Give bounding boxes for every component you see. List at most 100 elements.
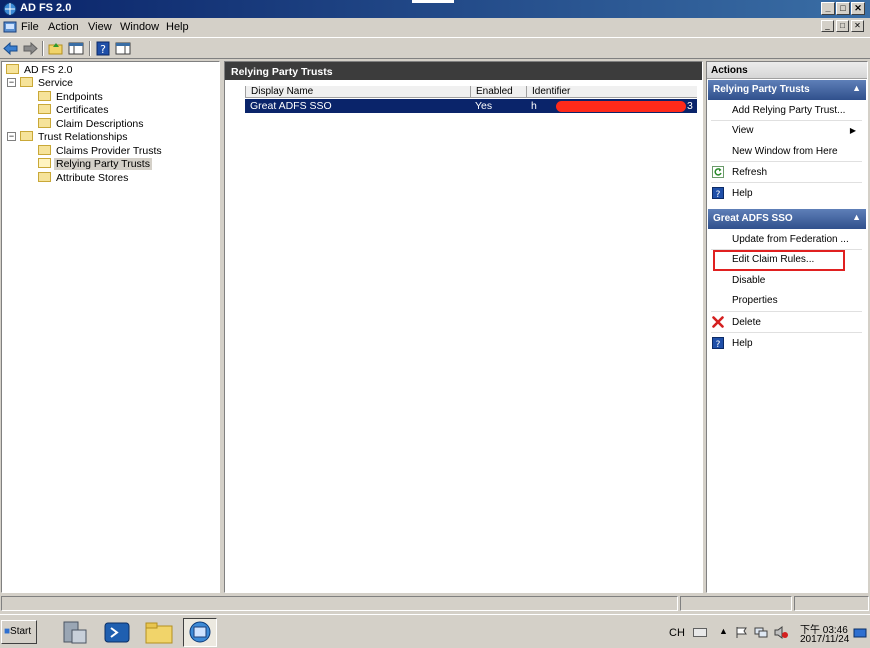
menu-help[interactable]: Help <box>166 21 189 33</box>
folder-icon <box>38 172 51 182</box>
divider <box>711 182 862 183</box>
redaction-mark <box>556 101 686 112</box>
results-pane: Relying Party Trusts Display Name Enable… <box>224 61 703 593</box>
minimize-button[interactable]: _ <box>821 2 835 15</box>
powershell-icon[interactable] <box>100 618 134 647</box>
toolbar-separator <box>42 41 44 56</box>
adfs-taskbar-icon <box>189 621 211 643</box>
menu-bar: File Action View Window Help _ □ ✕ <box>0 18 870 37</box>
menu-window[interactable]: Window <box>120 21 159 33</box>
tree-item-endpoints[interactable]: Endpoints <box>38 91 105 104</box>
list-header: Display Name Enabled Identifier <box>245 86 697 98</box>
column-identifier[interactable]: Identifier <box>526 86 697 98</box>
tree-item-claim-descriptions[interactable]: Claim Descriptions <box>38 118 146 131</box>
toolbar-separator <box>89 41 91 56</box>
show-desktop-icon[interactable] <box>853 627 867 639</box>
network-icon[interactable] <box>754 626 768 639</box>
action-properties[interactable]: Properties <box>732 295 778 306</box>
svg-text:?: ? <box>716 190 721 199</box>
tree-item-trust-relationships[interactable]: − Trust Relationships <box>7 131 129 144</box>
close-button[interactable]: ✕ <box>851 2 865 15</box>
section-relying-party-trusts[interactable]: Relying Party Trusts ▲ <box>708 80 866 100</box>
action-help[interactable]: Help <box>732 188 753 199</box>
input-language-indicator[interactable]: CH <box>669 627 685 639</box>
folder-icon <box>6 64 19 74</box>
action-delete[interactable]: Delete <box>732 317 761 328</box>
folder-icon <box>38 104 51 114</box>
console-tree: AD FS 2.0 − Service Endpoints Certificate… <box>1 61 220 593</box>
help-icon[interactable]: ? <box>94 40 112 57</box>
collapse-toggle[interactable]: − <box>7 132 16 141</box>
column-display-name[interactable]: Display Name <box>245 86 470 98</box>
action-disable[interactable]: Disable <box>732 275 765 286</box>
divider <box>711 332 862 333</box>
start-label: Start <box>10 626 32 637</box>
folder-icon <box>20 131 33 141</box>
section-title: Great ADFS SSO <box>713 213 793 224</box>
cell-identifier: h <box>531 100 537 112</box>
menu-file[interactable]: File <box>21 21 39 33</box>
tree-item-service[interactable]: − Service <box>7 77 75 90</box>
folder-icon <box>38 145 51 155</box>
show-hidden-icons-icon[interactable]: ▲ <box>719 626 728 636</box>
child-minimize-button[interactable]: _ <box>821 20 834 32</box>
cell-enabled: Yes <box>475 100 493 112</box>
file-explorer-icon[interactable] <box>142 618 176 647</box>
refresh-icon <box>712 166 724 178</box>
collapse-chevron-icon[interactable]: ▲ <box>852 212 861 222</box>
actions-pane: Actions Relying Party Trusts ▲ Add Relyi… <box>706 61 868 593</box>
show-hide-action-pane-icon[interactable] <box>114 40 132 57</box>
tree-item-root[interactable]: AD FS 2.0 <box>6 64 74 77</box>
volume-icon[interactable] <box>774 626 788 639</box>
clock-date[interactable]: 2017/11/24 <box>800 634 849 645</box>
status-cell <box>680 596 792 611</box>
up-folder-icon[interactable] <box>47 40 65 57</box>
action-help-item[interactable]: Help <box>732 338 753 349</box>
system-tray: CH ▲ 下午 03:46 2017/11/24 <box>665 618 870 647</box>
tree-item-certificates[interactable]: Certificates <box>38 104 111 117</box>
action-update-from-federation[interactable]: Update from Federation ... <box>732 234 849 245</box>
section-title: Relying Party Trusts <box>713 84 810 95</box>
cell-identifier-end: 3 <box>687 100 693 112</box>
forward-arrow-icon[interactable] <box>21 40 39 57</box>
action-add-relying-party-trust[interactable]: Add Relying Party Trust... <box>732 105 845 116</box>
help-icon: ? <box>712 187 724 199</box>
tree-item-attribute-stores[interactable]: Attribute Stores <box>38 172 130 185</box>
section-great-adfs-sso[interactable]: Great ADFS SSO ▲ <box>708 209 866 229</box>
menu-view[interactable]: View <box>88 21 112 33</box>
show-hide-tree-icon[interactable] <box>67 40 85 57</box>
cell-display-name: Great ADFS SSO <box>250 100 332 112</box>
tree-item-claims-provider-trusts[interactable]: Claims Provider Trusts <box>38 145 164 158</box>
title-bar-marker <box>412 0 454 3</box>
toolbar: ? <box>0 37 870 59</box>
collapse-chevron-icon[interactable]: ▲ <box>852 83 861 93</box>
maximize-button[interactable]: □ <box>836 2 850 15</box>
back-arrow-icon[interactable] <box>2 40 20 57</box>
svg-text:?: ? <box>716 340 721 349</box>
tree-item-relying-party-trusts[interactable]: Relying Party Trusts <box>38 158 152 171</box>
open-folder-icon <box>38 158 51 168</box>
action-center-flag-icon[interactable] <box>735 626 749 639</box>
svg-text:?: ? <box>100 43 106 56</box>
help-icon: ? <box>712 337 724 349</box>
column-enabled[interactable]: Enabled <box>470 86 526 98</box>
divider <box>711 161 862 162</box>
action-view-label: View <box>732 125 754 136</box>
child-restore-button[interactable]: □ <box>836 20 849 32</box>
child-close-button[interactable]: ✕ <box>851 20 864 32</box>
status-cell <box>794 596 869 611</box>
title-bar: AD FS 2.0 _ □ ✕ <box>0 0 870 18</box>
submenu-arrow-icon: ▶ <box>849 126 856 135</box>
action-refresh[interactable]: Refresh <box>732 167 767 178</box>
keyboard-icon[interactable] <box>693 626 707 638</box>
action-view[interactable]: View ▶ <box>732 125 862 136</box>
table-row[interactable]: Great ADFS SSO Yes h 3 <box>245 99 697 113</box>
taskbar-adfs-button[interactable] <box>183 618 217 647</box>
collapse-toggle[interactable]: − <box>7 78 16 87</box>
start-button[interactable]: ■Start <box>1 620 37 644</box>
taskbar: ■Start CH ▲ 下午 03:46 2017/11/24 <box>0 614 870 648</box>
action-new-window[interactable]: New Window from Here <box>732 146 838 157</box>
server-manager-icon[interactable] <box>58 618 92 647</box>
menu-action[interactable]: Action <box>48 21 79 33</box>
status-bar <box>0 595 870 612</box>
